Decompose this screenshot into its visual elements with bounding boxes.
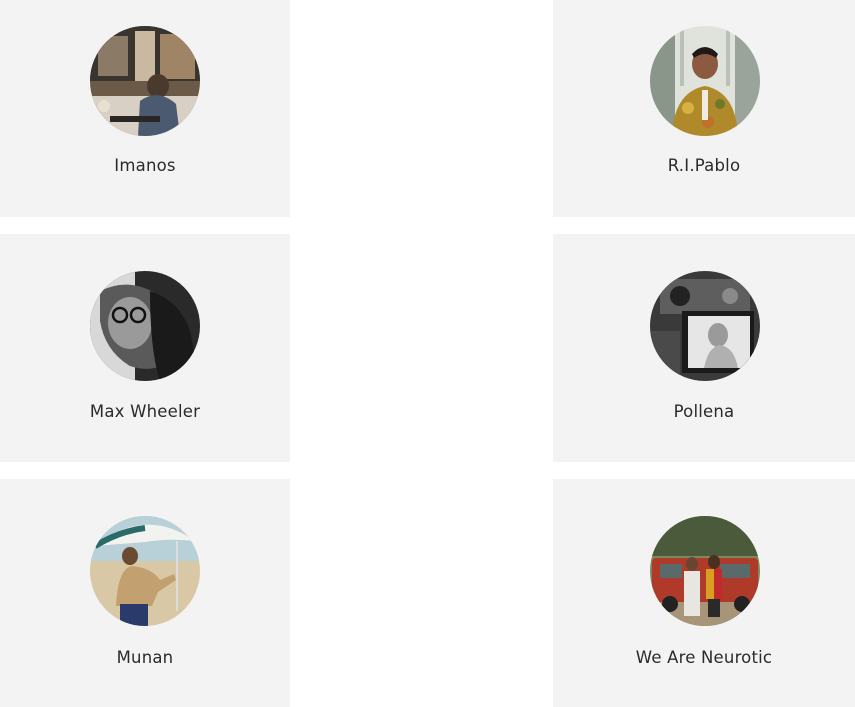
floral-shirt-photo-icon xyxy=(650,26,760,136)
artist-card-munan[interactable]: Munan xyxy=(0,479,290,707)
red-van-photo-icon xyxy=(650,516,760,626)
camera-screen-bw-photo-icon xyxy=(650,271,760,381)
artist-avatar[interactable] xyxy=(650,26,760,136)
artist-name[interactable]: We Are Neurotic xyxy=(553,648,855,667)
artist-name[interactable]: R.I.Pablo xyxy=(553,156,855,175)
man-glasses-bw-photo-icon xyxy=(90,271,200,381)
beach-umbrella-photo-icon xyxy=(90,516,200,626)
artist-card-imanos[interactable]: Imanos xyxy=(0,0,290,217)
artist-name[interactable]: Imanos xyxy=(0,156,290,175)
artist-card-max-wheeler[interactable]: Max Wheeler xyxy=(0,234,290,462)
artist-avatar[interactable] xyxy=(650,516,760,626)
artist-card-pollena[interactable]: Pollena xyxy=(553,234,855,462)
cafe-photo-icon xyxy=(90,26,200,136)
artist-avatar[interactable] xyxy=(90,26,200,136)
artist-avatar[interactable] xyxy=(90,271,200,381)
artist-name[interactable]: Munan xyxy=(0,648,290,667)
artist-avatar[interactable] xyxy=(650,271,760,381)
artist-card-we-are-neurotic[interactable]: We Are Neurotic xyxy=(553,479,855,707)
artist-name[interactable]: Pollena xyxy=(553,402,855,421)
artist-avatar[interactable] xyxy=(90,516,200,626)
artist-card-ri-pablo[interactable]: R.I.Pablo xyxy=(553,0,855,217)
artist-name[interactable]: Max Wheeler xyxy=(0,402,290,421)
